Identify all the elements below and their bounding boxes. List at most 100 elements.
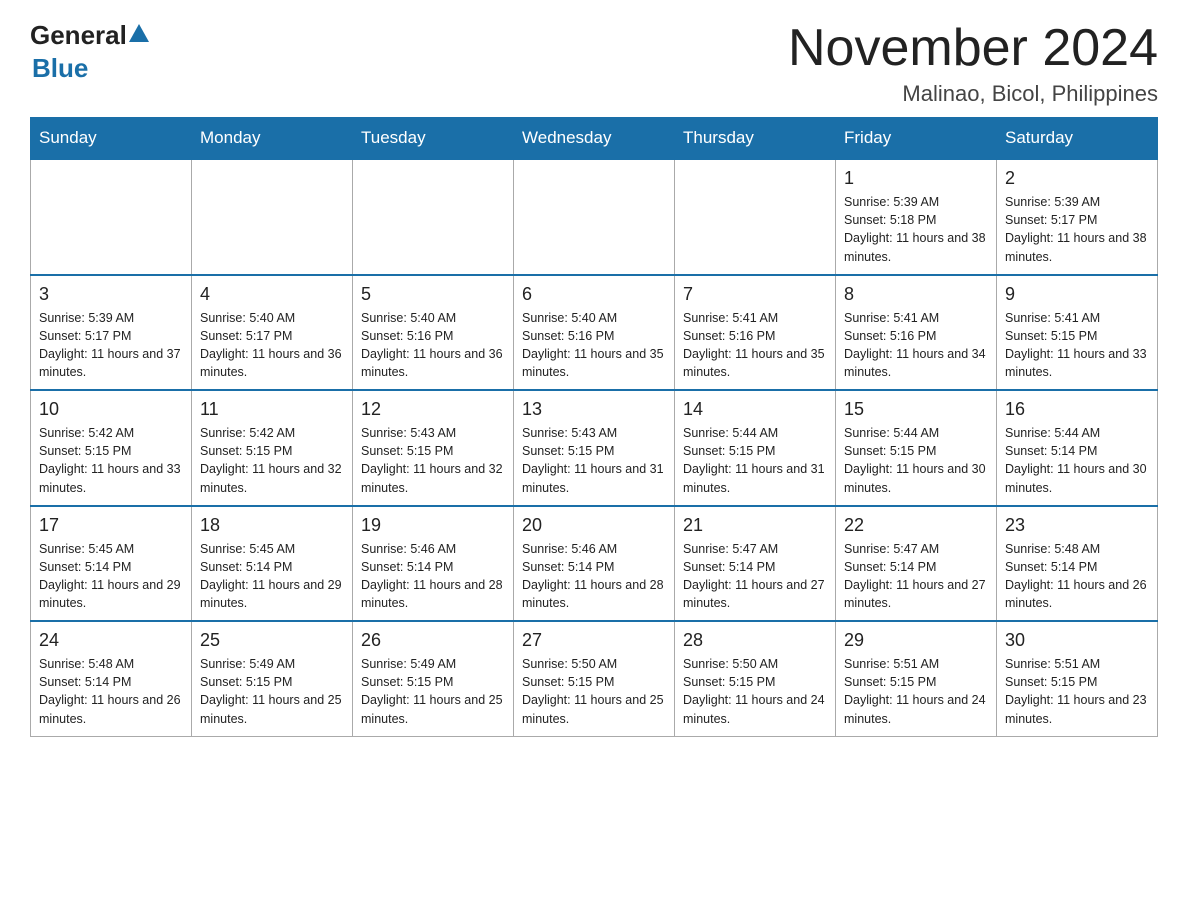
calendar-cell bbox=[31, 159, 192, 275]
calendar-cell bbox=[675, 159, 836, 275]
calendar-cell: 14 Sunrise: 5:44 AMSunset: 5:15 PMDayligh… bbox=[675, 390, 836, 506]
day-number: 15 bbox=[844, 399, 988, 420]
day-number: 3 bbox=[39, 284, 183, 305]
logo-blue: Blue bbox=[32, 53, 88, 83]
calendar-week-5: 24 Sunrise: 5:48 AMSunset: 5:14 PMDayligh… bbox=[31, 621, 1158, 736]
page: General Blue November 2024 Malinao, Bico… bbox=[0, 0, 1188, 767]
calendar-cell: 11 Sunrise: 5:42 AMSunset: 5:15 PMDayligh… bbox=[192, 390, 353, 506]
day-number: 6 bbox=[522, 284, 666, 305]
calendar-cell bbox=[514, 159, 675, 275]
day-info: Sunrise: 5:41 AMSunset: 5:16 PMDaylight:… bbox=[844, 309, 988, 382]
day-number: 24 bbox=[39, 630, 183, 651]
day-info: Sunrise: 5:40 AMSunset: 5:17 PMDaylight:… bbox=[200, 309, 344, 382]
day-info: Sunrise: 5:44 AMSunset: 5:15 PMDaylight:… bbox=[844, 424, 988, 497]
day-info: Sunrise: 5:40 AMSunset: 5:16 PMDaylight:… bbox=[361, 309, 505, 382]
calendar-cell: 10 Sunrise: 5:42 AMSunset: 5:15 PMDayligh… bbox=[31, 390, 192, 506]
day-number: 19 bbox=[361, 515, 505, 536]
calendar-cell: 8 Sunrise: 5:41 AMSunset: 5:16 PMDaylight… bbox=[836, 275, 997, 391]
day-info: Sunrise: 5:41 AMSunset: 5:15 PMDaylight:… bbox=[1005, 309, 1149, 382]
calendar-cell: 3 Sunrise: 5:39 AMSunset: 5:17 PMDaylight… bbox=[31, 275, 192, 391]
day-info: Sunrise: 5:50 AMSunset: 5:15 PMDaylight:… bbox=[522, 655, 666, 728]
location-title: Malinao, Bicol, Philippines bbox=[788, 81, 1158, 107]
day-number: 10 bbox=[39, 399, 183, 420]
day-info: Sunrise: 5:47 AMSunset: 5:14 PMDaylight:… bbox=[844, 540, 988, 613]
day-number: 8 bbox=[844, 284, 988, 305]
day-number: 16 bbox=[1005, 399, 1149, 420]
calendar-header-monday: Monday bbox=[192, 118, 353, 160]
day-info: Sunrise: 5:51 AMSunset: 5:15 PMDaylight:… bbox=[844, 655, 988, 728]
logo: General Blue bbox=[30, 20, 151, 84]
day-number: 26 bbox=[361, 630, 505, 651]
day-info: Sunrise: 5:50 AMSunset: 5:15 PMDaylight:… bbox=[683, 655, 827, 728]
calendar-cell bbox=[192, 159, 353, 275]
day-number: 28 bbox=[683, 630, 827, 651]
calendar-cell: 18 Sunrise: 5:45 AMSunset: 5:14 PMDayligh… bbox=[192, 506, 353, 622]
header: General Blue November 2024 Malinao, Bico… bbox=[30, 20, 1158, 107]
day-info: Sunrise: 5:42 AMSunset: 5:15 PMDaylight:… bbox=[39, 424, 183, 497]
day-number: 21 bbox=[683, 515, 827, 536]
month-title: November 2024 bbox=[788, 20, 1158, 77]
calendar-header-tuesday: Tuesday bbox=[353, 118, 514, 160]
calendar-week-1: 1 Sunrise: 5:39 AMSunset: 5:18 PMDaylight… bbox=[31, 159, 1158, 275]
calendar-table: SundayMondayTuesdayWednesdayThursdayFrid… bbox=[30, 117, 1158, 737]
day-number: 13 bbox=[522, 399, 666, 420]
calendar-cell: 20 Sunrise: 5:46 AMSunset: 5:14 PMDayligh… bbox=[514, 506, 675, 622]
calendar-header-sunday: Sunday bbox=[31, 118, 192, 160]
day-number: 23 bbox=[1005, 515, 1149, 536]
calendar-week-2: 3 Sunrise: 5:39 AMSunset: 5:17 PMDaylight… bbox=[31, 275, 1158, 391]
day-number: 5 bbox=[361, 284, 505, 305]
calendar-cell: 21Sunrise: 5:47 AMSunset: 5:14 PMDayligh… bbox=[675, 506, 836, 622]
day-info: Sunrise: 5:45 AMSunset: 5:14 PMDaylight:… bbox=[39, 540, 183, 613]
day-info: Sunrise: 5:44 AMSunset: 5:15 PMDaylight:… bbox=[683, 424, 827, 497]
day-info: Sunrise: 5:46 AMSunset: 5:14 PMDaylight:… bbox=[522, 540, 666, 613]
calendar-cell: 9Sunrise: 5:41 AMSunset: 5:15 PMDaylight… bbox=[997, 275, 1158, 391]
calendar-cell: 15 Sunrise: 5:44 AMSunset: 5:15 PMDayligh… bbox=[836, 390, 997, 506]
day-number: 12 bbox=[361, 399, 505, 420]
day-number: 11 bbox=[200, 399, 344, 420]
day-info: Sunrise: 5:48 AMSunset: 5:14 PMDaylight:… bbox=[39, 655, 183, 728]
day-info: Sunrise: 5:49 AMSunset: 5:15 PMDaylight:… bbox=[200, 655, 344, 728]
day-number: 14 bbox=[683, 399, 827, 420]
day-info: Sunrise: 5:40 AMSunset: 5:16 PMDaylight:… bbox=[522, 309, 666, 382]
day-info: Sunrise: 5:39 AMSunset: 5:17 PMDaylight:… bbox=[1005, 193, 1149, 266]
day-info: Sunrise: 5:51 AMSunset: 5:15 PMDaylight:… bbox=[1005, 655, 1149, 728]
calendar-week-4: 17Sunrise: 5:45 AMSunset: 5:14 PMDayligh… bbox=[31, 506, 1158, 622]
calendar-cell: 5 Sunrise: 5:40 AMSunset: 5:16 PMDaylight… bbox=[353, 275, 514, 391]
day-number: 20 bbox=[522, 515, 666, 536]
calendar-cell: 23Sunrise: 5:48 AMSunset: 5:14 PMDayligh… bbox=[997, 506, 1158, 622]
calendar-cell: 17Sunrise: 5:45 AMSunset: 5:14 PMDayligh… bbox=[31, 506, 192, 622]
calendar-cell: 6 Sunrise: 5:40 AMSunset: 5:16 PMDaylight… bbox=[514, 275, 675, 391]
calendar-cell: 29Sunrise: 5:51 AMSunset: 5:15 PMDayligh… bbox=[836, 621, 997, 736]
day-info: Sunrise: 5:44 AMSunset: 5:14 PMDaylight:… bbox=[1005, 424, 1149, 497]
day-number: 2 bbox=[1005, 168, 1149, 189]
day-info: Sunrise: 5:43 AMSunset: 5:15 PMDaylight:… bbox=[522, 424, 666, 497]
calendar-cell: 12Sunrise: 5:43 AMSunset: 5:15 PMDayligh… bbox=[353, 390, 514, 506]
calendar-cell: 16 Sunrise: 5:44 AMSunset: 5:14 PMDayligh… bbox=[997, 390, 1158, 506]
calendar-cell: 2 Sunrise: 5:39 AMSunset: 5:17 PMDaylight… bbox=[997, 159, 1158, 275]
day-info: Sunrise: 5:41 AMSunset: 5:16 PMDaylight:… bbox=[683, 309, 827, 382]
calendar-cell: 13 Sunrise: 5:43 AMSunset: 5:15 PMDayligh… bbox=[514, 390, 675, 506]
day-number: 22 bbox=[844, 515, 988, 536]
calendar-cell: 30Sunrise: 5:51 AMSunset: 5:15 PMDayligh… bbox=[997, 621, 1158, 736]
day-number: 1 bbox=[844, 168, 988, 189]
day-number: 18 bbox=[200, 515, 344, 536]
calendar-cell: 26 Sunrise: 5:49 AMSunset: 5:15 PMDayligh… bbox=[353, 621, 514, 736]
day-info: Sunrise: 5:39 AMSunset: 5:17 PMDaylight:… bbox=[39, 309, 183, 382]
calendar-cell: 22 Sunrise: 5:47 AMSunset: 5:14 PMDayligh… bbox=[836, 506, 997, 622]
calendar-header-friday: Friday bbox=[836, 118, 997, 160]
calendar-header-thursday: Thursday bbox=[675, 118, 836, 160]
calendar-cell: 7 Sunrise: 5:41 AMSunset: 5:16 PMDaylight… bbox=[675, 275, 836, 391]
calendar-cell: 25Sunrise: 5:49 AMSunset: 5:15 PMDayligh… bbox=[192, 621, 353, 736]
day-number: 27 bbox=[522, 630, 666, 651]
calendar-cell: 24 Sunrise: 5:48 AMSunset: 5:14 PMDayligh… bbox=[31, 621, 192, 736]
day-info: Sunrise: 5:49 AMSunset: 5:15 PMDaylight:… bbox=[361, 655, 505, 728]
day-number: 7 bbox=[683, 284, 827, 305]
calendar-cell: 19 Sunrise: 5:46 AMSunset: 5:14 PMDayligh… bbox=[353, 506, 514, 622]
day-info: Sunrise: 5:39 AMSunset: 5:18 PMDaylight:… bbox=[844, 193, 988, 266]
day-info: Sunrise: 5:46 AMSunset: 5:14 PMDaylight:… bbox=[361, 540, 505, 613]
calendar-header-saturday: Saturday bbox=[997, 118, 1158, 160]
day-number: 4 bbox=[200, 284, 344, 305]
day-info: Sunrise: 5:42 AMSunset: 5:15 PMDaylight:… bbox=[200, 424, 344, 497]
day-info: Sunrise: 5:45 AMSunset: 5:14 PMDaylight:… bbox=[200, 540, 344, 613]
logo-general: General bbox=[30, 20, 127, 51]
